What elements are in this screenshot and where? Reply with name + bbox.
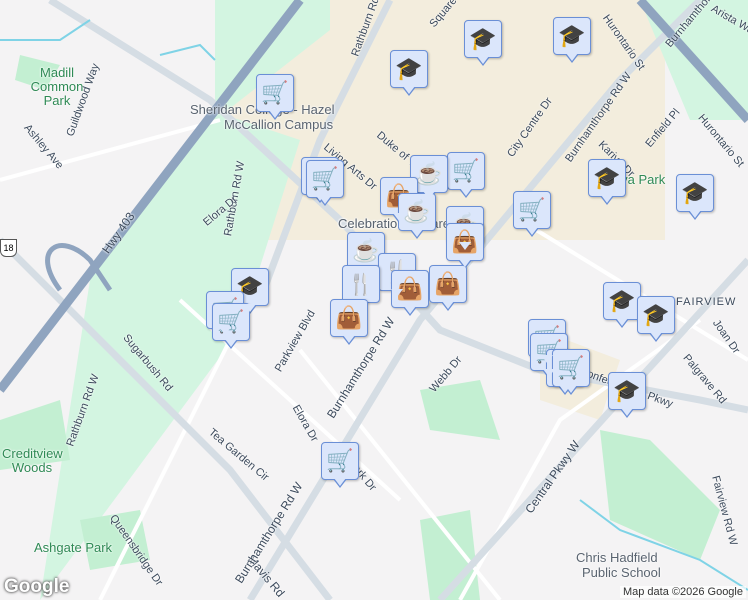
education-marker[interactable]: 🎓 (603, 282, 641, 328)
education-marker[interactable]: 🎓 (553, 17, 591, 63)
education-marker[interactable]: 🎓 (637, 296, 675, 342)
hwy-18-shield: 18 (0, 239, 17, 257)
poi-label[interactable]: Chris Hadfield (576, 550, 658, 565)
shopping-bag-marker[interactable]: 👜 (429, 265, 467, 311)
education-marker[interactable]: 🎓 (608, 372, 646, 418)
neighbourhood-label: FAIRVIEW (676, 296, 737, 308)
map-attribution[interactable]: Map data ©2026 Google (619, 586, 746, 598)
cart-marker[interactable]: 🛒 (256, 74, 294, 120)
poi-label[interactable]: Public School (582, 565, 661, 580)
education-marker[interactable]: 🎓 (676, 174, 714, 220)
cart-marker[interactable]: 🛒 (447, 152, 485, 198)
map-canvas[interactable]: 18 Madill Common Park Ashley Ave Guildwo… (0, 0, 748, 600)
education-marker[interactable]: 🎓 (588, 159, 626, 205)
google-logo[interactable]: Google (4, 576, 69, 598)
education-marker[interactable]: 🎓 (390, 50, 428, 96)
cart-marker[interactable]: 🛒 (513, 191, 551, 237)
cart-marker[interactable]: 🛒 (552, 349, 590, 395)
education-marker[interactable]: 🎓 (464, 20, 502, 66)
park-label[interactable]: Creditview Woods (2, 447, 63, 475)
cart-marker[interactable]: 🛒 (321, 442, 359, 488)
park-label[interactable]: Ashgate Park (34, 540, 112, 555)
